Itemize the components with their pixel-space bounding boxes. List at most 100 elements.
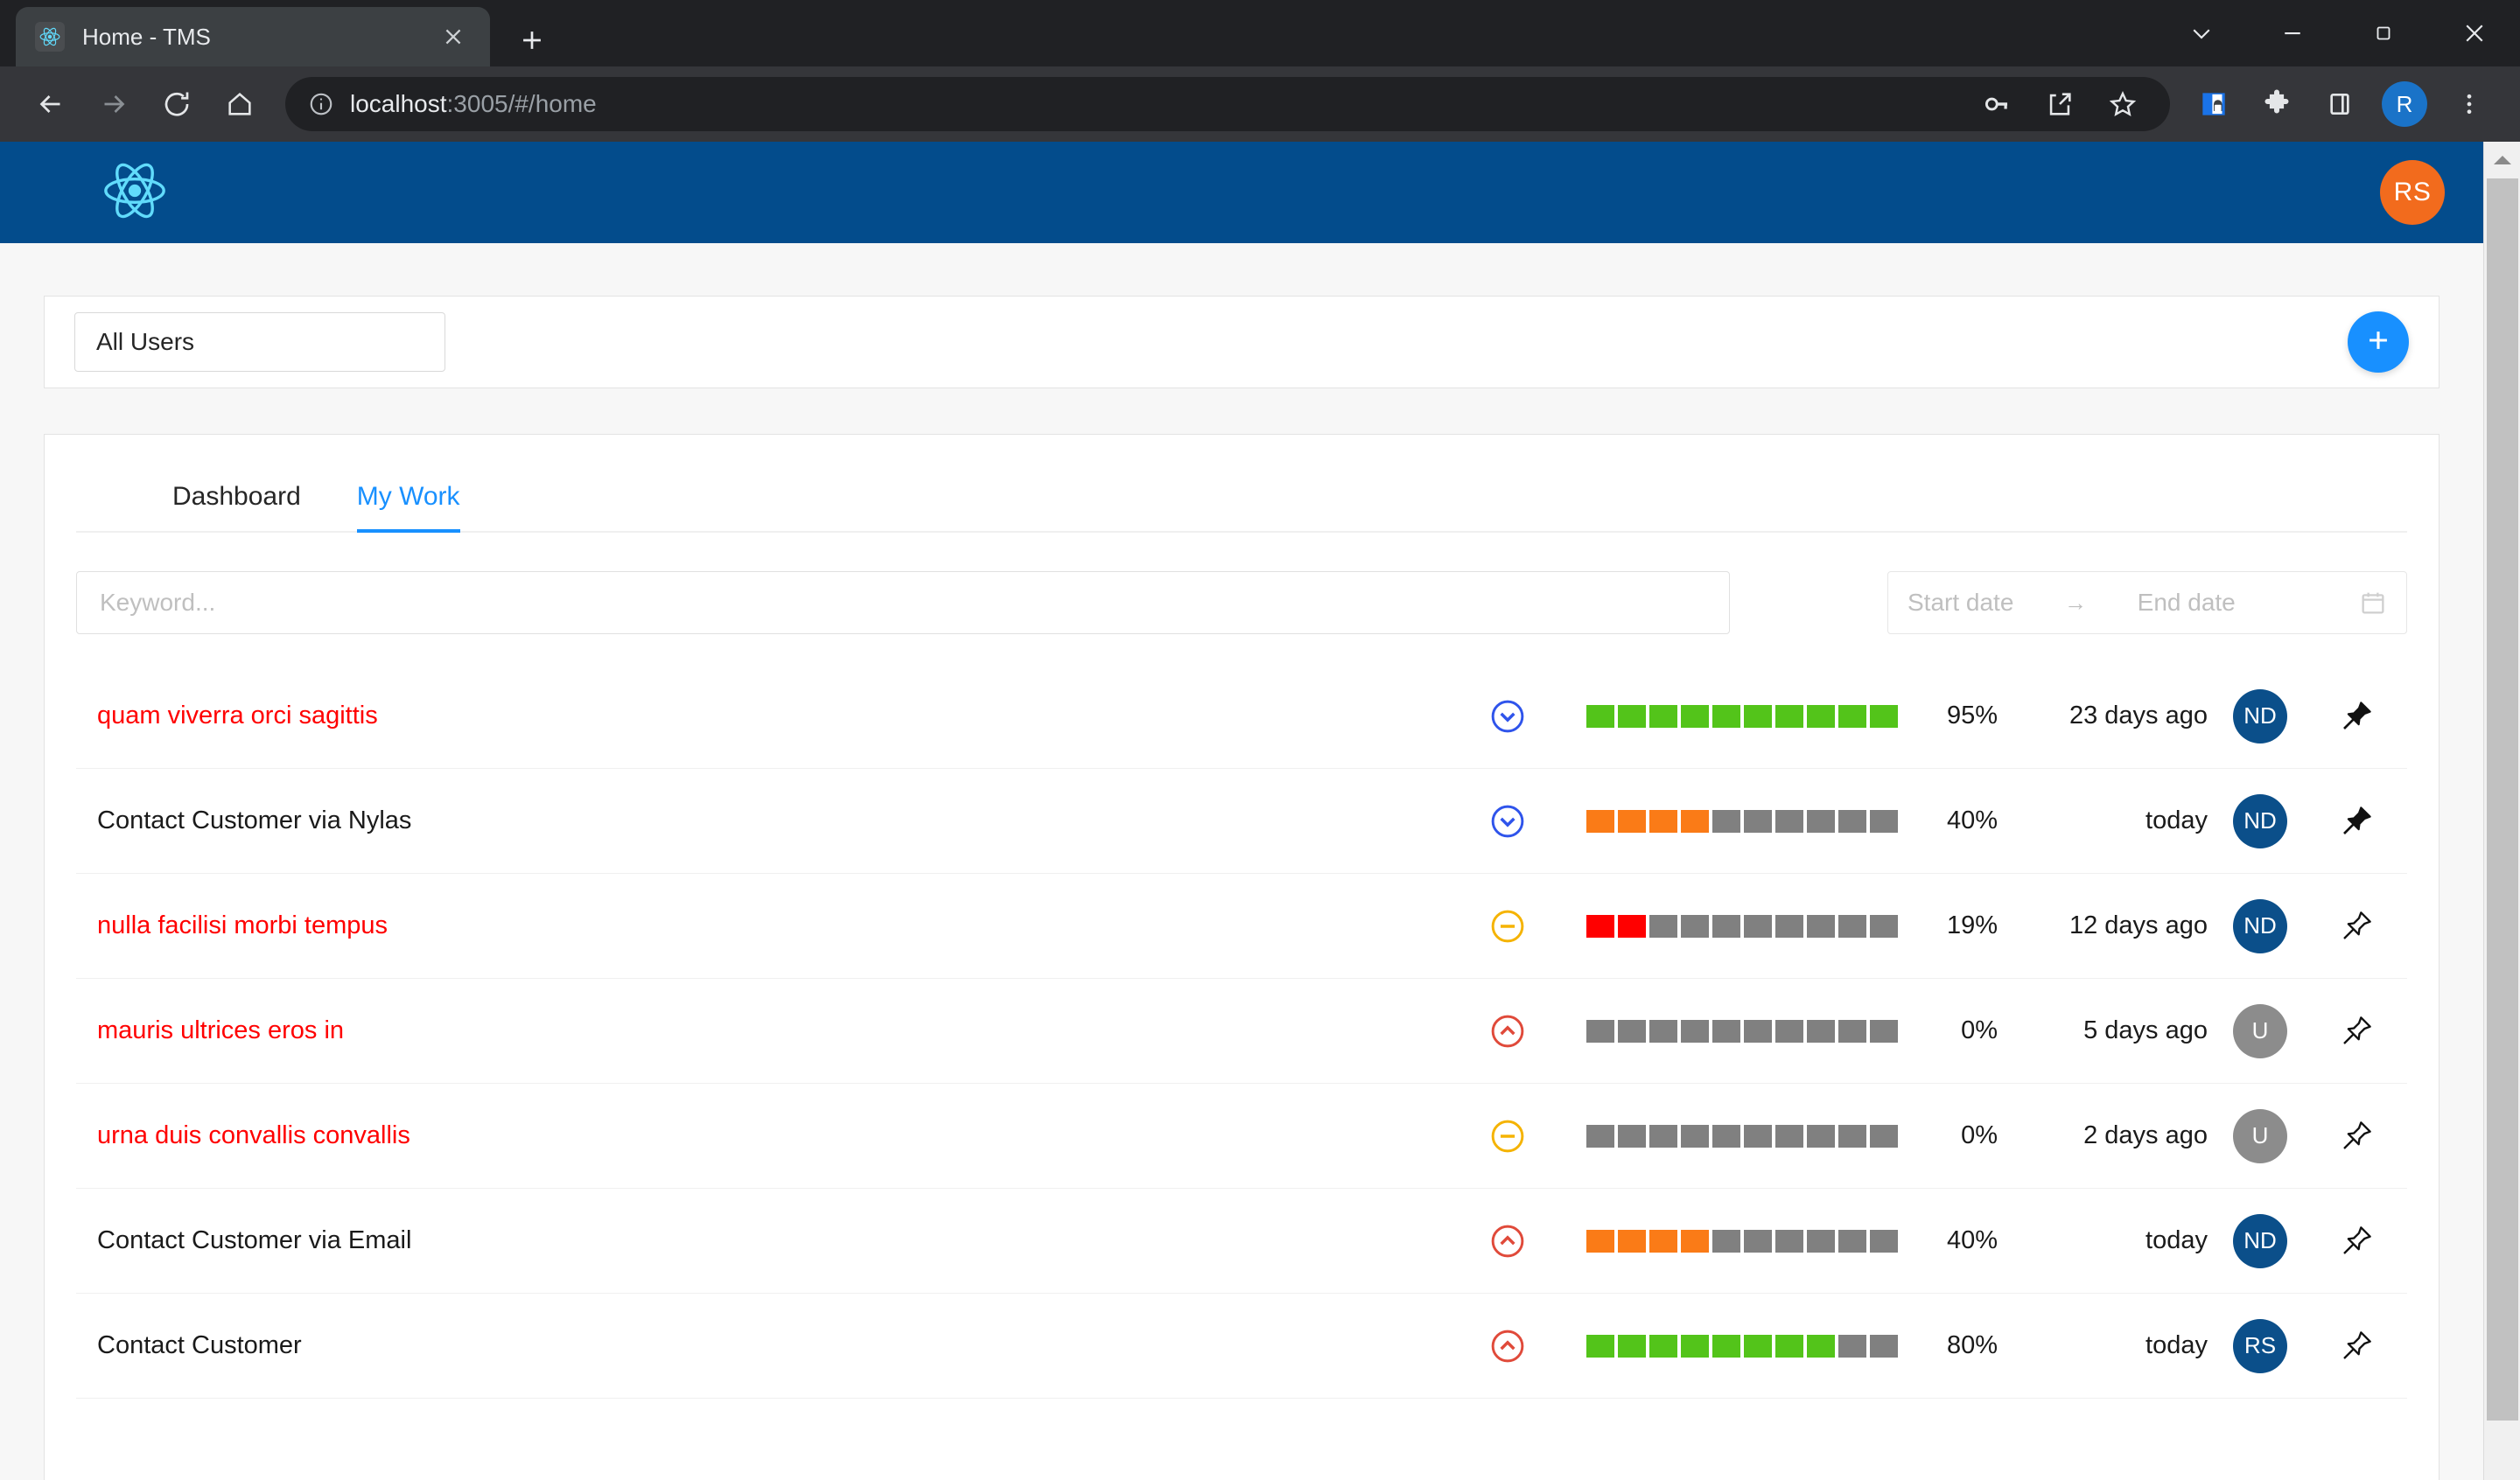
progress-segment <box>1870 809 1898 833</box>
pin-outline-icon[interactable] <box>2313 1224 2400 1259</box>
progress-percent: 80% <box>1946 1331 1998 1359</box>
end-date-field[interactable]: End date <box>2138 589 2236 617</box>
pin-outline-icon[interactable] <box>2313 1329 2400 1364</box>
progress-segment <box>1618 914 1646 938</box>
progress-segment <box>1649 1019 1677 1043</box>
arrow-left-icon[interactable] <box>19 73 82 136</box>
progress-segment <box>1838 914 1866 938</box>
user-filter-select[interactable]: All Users <box>74 312 445 372</box>
calendar-icon[interactable] <box>2359 589 2387 617</box>
assignee-avatar[interactable]: ND <box>2233 898 2287 953</box>
new-tab-button[interactable] <box>500 14 564 66</box>
shield-lock-icon[interactable] <box>2182 73 2245 136</box>
key-icon[interactable] <box>1965 73 2028 136</box>
progress-segment <box>1807 1019 1835 1043</box>
pin-filled-icon[interactable] <box>2313 699 2400 734</box>
profile-avatar[interactable]: R <box>2382 81 2427 127</box>
chevron-down-circle-icon[interactable] <box>1455 697 1560 736</box>
chevron-down-icon[interactable] <box>2156 0 2247 66</box>
task-row[interactable]: nulla facilisi morbi tempus 19% 12 days … <box>76 874 2407 979</box>
share-icon[interactable] <box>2028 73 2091 136</box>
tab-my-work[interactable]: My Work <box>356 482 460 533</box>
assignee-avatar-cell: U <box>2208 1003 2313 1058</box>
minus-circle-icon[interactable] <box>1455 1117 1560 1155</box>
user-avatar[interactable]: RS <box>2380 160 2445 225</box>
assignee-avatar[interactable]: U <box>2233 1108 2287 1163</box>
page-scrollbar[interactable] <box>2483 142 2520 1480</box>
task-title[interactable]: mauris ultrices eros in <box>97 1016 1455 1045</box>
star-icon[interactable] <box>2091 73 2154 136</box>
info-circle-icon[interactable] <box>301 84 341 124</box>
progress-segment <box>1870 1124 1898 1148</box>
progress-segment <box>1807 704 1835 728</box>
task-title[interactable]: Contact Customer via Email <box>97 1226 1455 1255</box>
progress-segment <box>1586 1019 1614 1043</box>
minimize-icon[interactable] <box>2247 0 2338 66</box>
pin-outline-icon[interactable] <box>2313 1119 2400 1154</box>
progress-segment <box>1618 1334 1646 1358</box>
arrow-right-icon[interactable] <box>82 73 145 136</box>
progress-segment <box>1807 914 1835 938</box>
assignee-avatar[interactable]: ND <box>2233 1213 2287 1268</box>
progress-segment <box>1712 1334 1740 1358</box>
maximize-icon[interactable] <box>2338 0 2429 66</box>
address-bar[interactable]: localhost:3005/#/home <box>285 77 2170 131</box>
scrollbar-thumb[interactable] <box>2487 178 2518 1421</box>
task-title[interactable]: Contact Customer via Nylas <box>97 806 1455 835</box>
home-icon[interactable] <box>208 73 271 136</box>
close-icon[interactable] <box>436 19 471 54</box>
assignee-avatar[interactable]: ND <box>2233 688 2287 743</box>
progress-percent: 40% <box>1946 1226 1998 1254</box>
progress-segment <box>1775 809 1803 833</box>
progress-segment <box>1744 1019 1772 1043</box>
minus-circle-icon[interactable] <box>1455 907 1560 946</box>
progress-segment <box>1586 1334 1614 1358</box>
assignee-avatar[interactable]: RS <box>2233 1318 2287 1373</box>
task-title[interactable]: Contact Customer <box>97 1331 1455 1360</box>
progress-segment <box>1618 1124 1646 1148</box>
reload-icon[interactable] <box>145 73 208 136</box>
task-title[interactable]: quam viverra orci sagittis <box>97 702 1455 730</box>
task-title[interactable]: urna duis convallis convallis <box>97 1121 1455 1150</box>
start-date-field[interactable]: Start date <box>1908 589 2013 617</box>
search-input[interactable] <box>76 571 1730 634</box>
progress-segment <box>1775 704 1803 728</box>
filters-row: Start date → End date <box>45 533 2439 634</box>
task-updated-when: today <box>2146 1331 2208 1359</box>
add-button[interactable] <box>2348 311 2409 373</box>
chevron-up-circle-icon[interactable] <box>1455 1327 1560 1365</box>
chevron-down-circle-icon[interactable] <box>1455 802 1560 841</box>
progress-segment <box>1744 914 1772 938</box>
task-row[interactable]: mauris ultrices eros in 0% 5 days ago U <box>76 979 2407 1084</box>
app-header: RS <box>0 142 2483 243</box>
side-panel-icon[interactable] <box>2308 73 2371 136</box>
progress-segment <box>1838 1019 1866 1043</box>
task-title[interactable]: nulla facilisi morbi tempus <box>97 911 1455 940</box>
pin-outline-icon[interactable] <box>2313 1014 2400 1049</box>
tab-dashboard[interactable]: Dashboard <box>172 482 301 533</box>
pin-outline-icon[interactable] <box>2313 909 2400 944</box>
task-row[interactable]: Contact Customer via Nylas 40% today ND <box>76 769 2407 874</box>
task-row[interactable]: quam viverra orci sagittis 95% 23 days a… <box>76 664 2407 769</box>
progress-bar <box>1586 704 1901 728</box>
chevron-up-circle-icon[interactable] <box>1455 1012 1560 1051</box>
progress-segment <box>1775 1124 1803 1148</box>
pin-filled-icon[interactable] <box>2313 804 2400 839</box>
progress-bar <box>1586 914 1901 938</box>
chevron-up-circle-icon[interactable] <box>1455 1222 1560 1260</box>
assignee-avatar[interactable]: U <box>2233 1003 2287 1058</box>
task-row[interactable]: Contact Customer 80% today RS <box>76 1294 2407 1399</box>
close-icon[interactable] <box>2429 0 2520 66</box>
task-row[interactable]: Contact Customer via Email 40% today ND <box>76 1189 2407 1294</box>
scroll-up-arrow-icon[interactable] <box>2484 142 2520 178</box>
progress-segment <box>1775 1229 1803 1253</box>
three-dots-vertical-icon[interactable] <box>2438 73 2501 136</box>
progress-percent: 40% <box>1946 806 1998 834</box>
date-range-picker[interactable]: Start date → End date <box>1887 571 2407 634</box>
progress-segment <box>1649 914 1677 938</box>
task-row[interactable]: urna duis convallis convallis 0% 2 days … <box>76 1084 2407 1189</box>
puzzle-piece-icon[interactable] <box>2245 73 2308 136</box>
browser-tab[interactable]: Home - TMS <box>16 7 490 66</box>
react-logo-icon <box>35 22 65 52</box>
assignee-avatar[interactable]: ND <box>2233 793 2287 848</box>
